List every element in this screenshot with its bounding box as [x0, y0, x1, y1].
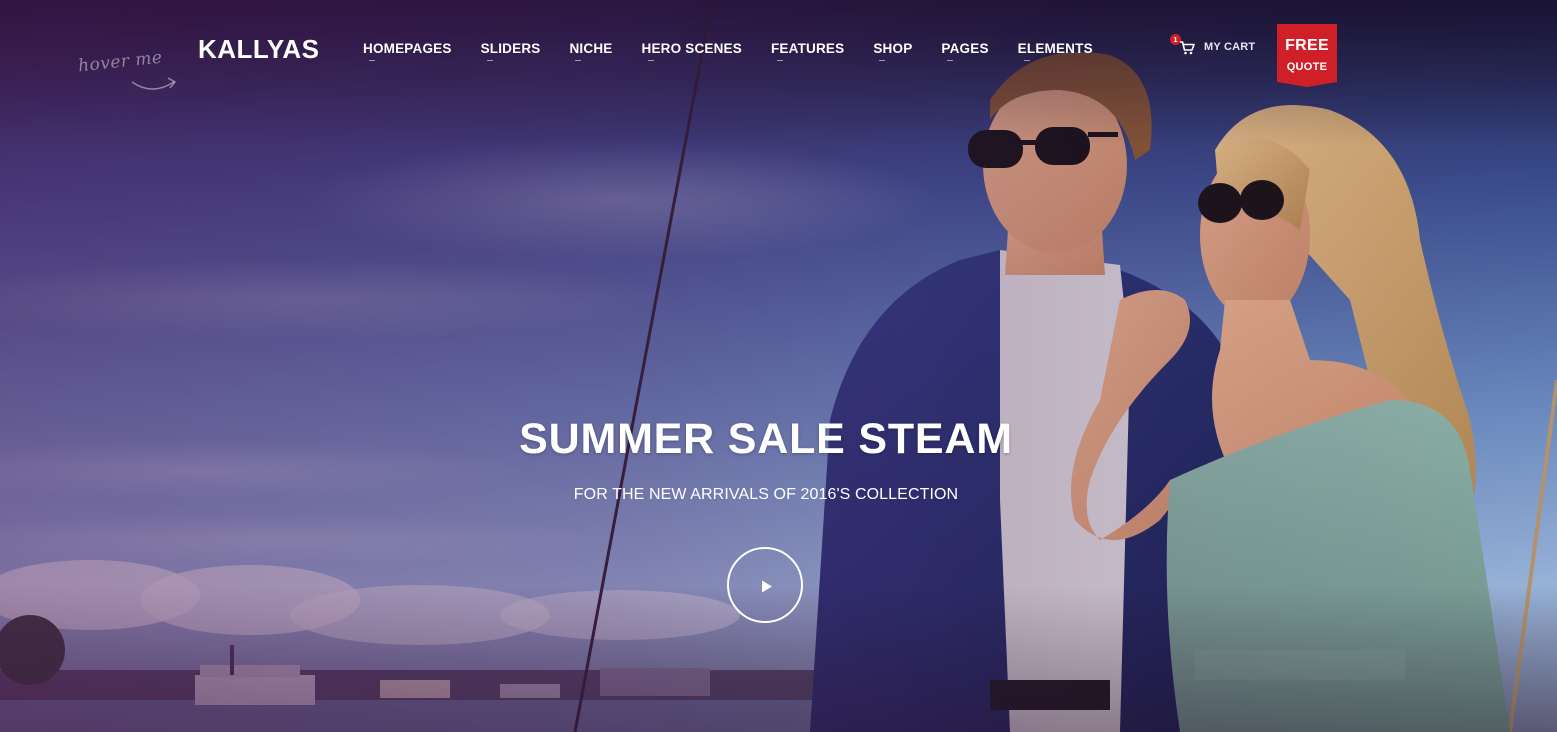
nav-item-elements[interactable]: ELEMENTS: [1018, 41, 1093, 61]
quote-button-label-bottom: QUOTE: [1286, 61, 1328, 73]
nav-item-homepages[interactable]: HOMEPAGES: [363, 41, 452, 61]
page: hover me KALLYAS HOMEPAGES SLIDERS NICHE…: [0, 0, 1557, 732]
site-header: hover me KALLYAS HOMEPAGES SLIDERS NICHE…: [0, 0, 1557, 100]
main-nav: HOMEPAGES SLIDERS NICHE HERO SCENES FEAT…: [363, 41, 1122, 61]
cart-label: MY CART: [1204, 41, 1256, 53]
nav-item-niche[interactable]: NICHE: [569, 41, 612, 61]
hero-subtitle: FOR THE NEW ARRIVALS OF 2016'S COLLECTIO…: [573, 486, 959, 503]
play-icon: [762, 580, 772, 593]
quote-button-label-top: FREE: [1285, 37, 1329, 54]
cart-icon: [1180, 41, 1195, 55]
site-logo[interactable]: KALLYAS: [198, 34, 320, 65]
nav-item-hero-scenes[interactable]: HERO SCENES: [642, 41, 742, 61]
hover-me-hint: hover me: [77, 47, 164, 77]
hero-color-overlay: [0, 0, 1557, 732]
video-play-button[interactable]: [727, 547, 803, 623]
quote-ribbon-shape: [1277, 24, 1337, 87]
nav-item-pages[interactable]: PAGES: [941, 41, 988, 61]
free-quote-button[interactable]: FREE QUOTE: [1277, 24, 1337, 87]
nav-item-features[interactable]: FEATURES: [771, 41, 844, 61]
nav-item-sliders[interactable]: SLIDERS: [481, 41, 541, 61]
nav-item-shop[interactable]: SHOP: [873, 41, 912, 61]
hero-title: SUMMER SALE STEAM: [519, 415, 1013, 463]
curved-arrow-icon: [131, 77, 177, 90]
